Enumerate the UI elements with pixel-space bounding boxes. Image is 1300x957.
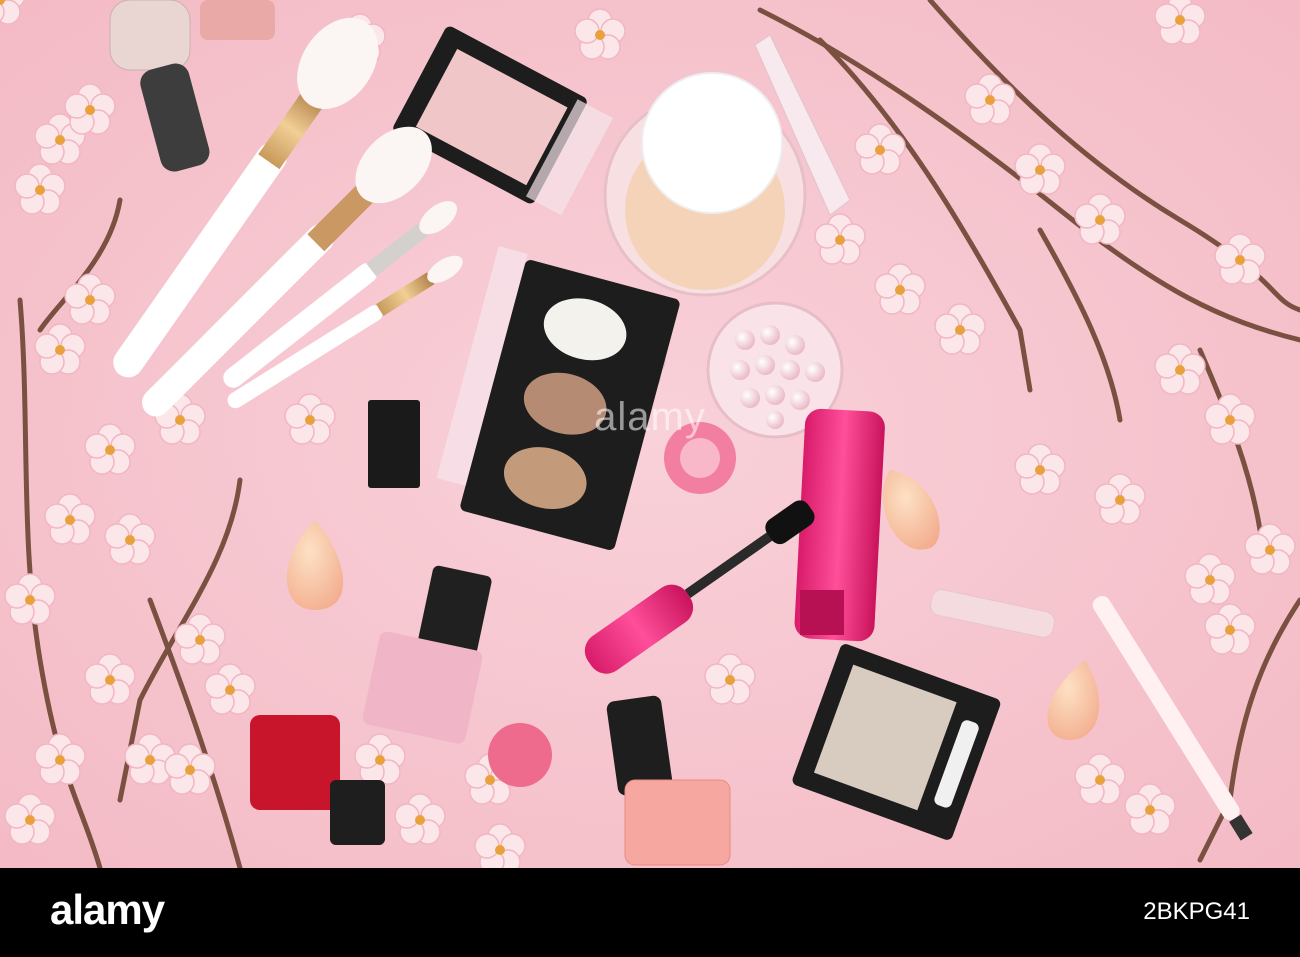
- lipstick-top: [200, 0, 275, 40]
- footer-bar: alamy 2BKPG41: [0, 868, 1300, 957]
- alamy-logo[interactable]: alamy: [50, 886, 165, 934]
- image-id-label: 2BKPG41: [1143, 898, 1250, 925]
- lipstick-cap: [368, 400, 420, 488]
- makeup-flatlay-photo: [0, 0, 1300, 868]
- small-rose: [488, 723, 552, 787]
- stock-photo-page: alamy alamy 2BKPG41: [0, 0, 1300, 957]
